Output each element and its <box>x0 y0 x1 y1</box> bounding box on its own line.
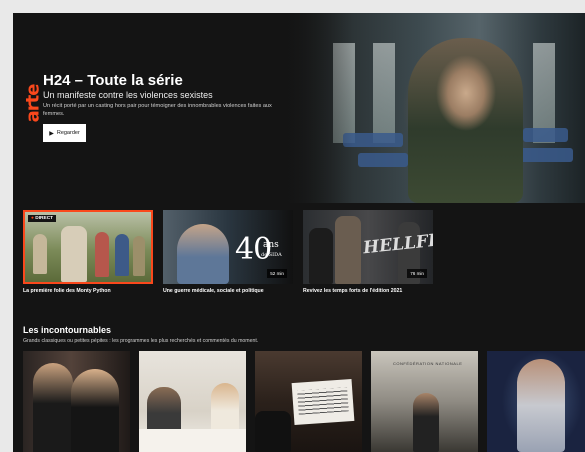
hero-description: Un récit porté par un casting hors pair … <box>43 103 272 117</box>
program-card[interactable] <box>255 351 362 452</box>
program-card[interactable] <box>23 351 130 452</box>
arte-logo-icon[interactable]: arte <box>23 73 44 133</box>
featured-caption[interactable]: Une guerre médicale, sociale et politiqu… <box>163 288 264 294</box>
page: arte H24 – Toute la série Un manifeste c… <box>13 13 585 452</box>
play-icon: ▶ <box>49 130 54 137</box>
program-card[interactable] <box>139 351 246 452</box>
watch-button[interactable]: ▶ Regarder <box>43 124 86 142</box>
section-title: Les incontournables <box>23 325 112 335</box>
hero-title: H24 – Toute la série <box>43 72 183 89</box>
logo-text: arte <box>22 84 44 122</box>
hero-subtitle: Un manifeste contre les violences sexist… <box>43 90 213 100</box>
live-badge: DIRECT <box>28 215 57 222</box>
watch-button-label: Regarder <box>56 130 80 136</box>
featured-thumb-40-ans-sida[interactable]: 40 ans de SIDA 52 min <box>163 210 293 284</box>
card-overlay-text: CONFÉDÉRATION NATIONALE <box>393 361 463 366</box>
program-card[interactable] <box>487 351 585 452</box>
duration-badge: 76 min <box>407 269 427 278</box>
featured-thumb-hellfest[interactable]: HELLFEST 76 min <box>303 210 433 284</box>
program-card[interactable]: CONFÉDÉRATION NATIONALE <box>371 351 478 452</box>
overlay-sida: de SIDA <box>261 252 282 258</box>
section-description: Grands classiques ou petites pépites : l… <box>23 338 259 344</box>
duration-badge: 52 min <box>267 269 287 278</box>
hero-fade <box>273 13 353 203</box>
featured-caption[interactable]: La première folie des Monty Python <box>23 288 111 294</box>
featured-thumb-monty-python[interactable]: DIRECT <box>23 210 153 284</box>
overlay-ans: ans <box>263 240 279 250</box>
featured-caption[interactable]: Revivez les temps forts de l'édition 202… <box>303 288 402 294</box>
